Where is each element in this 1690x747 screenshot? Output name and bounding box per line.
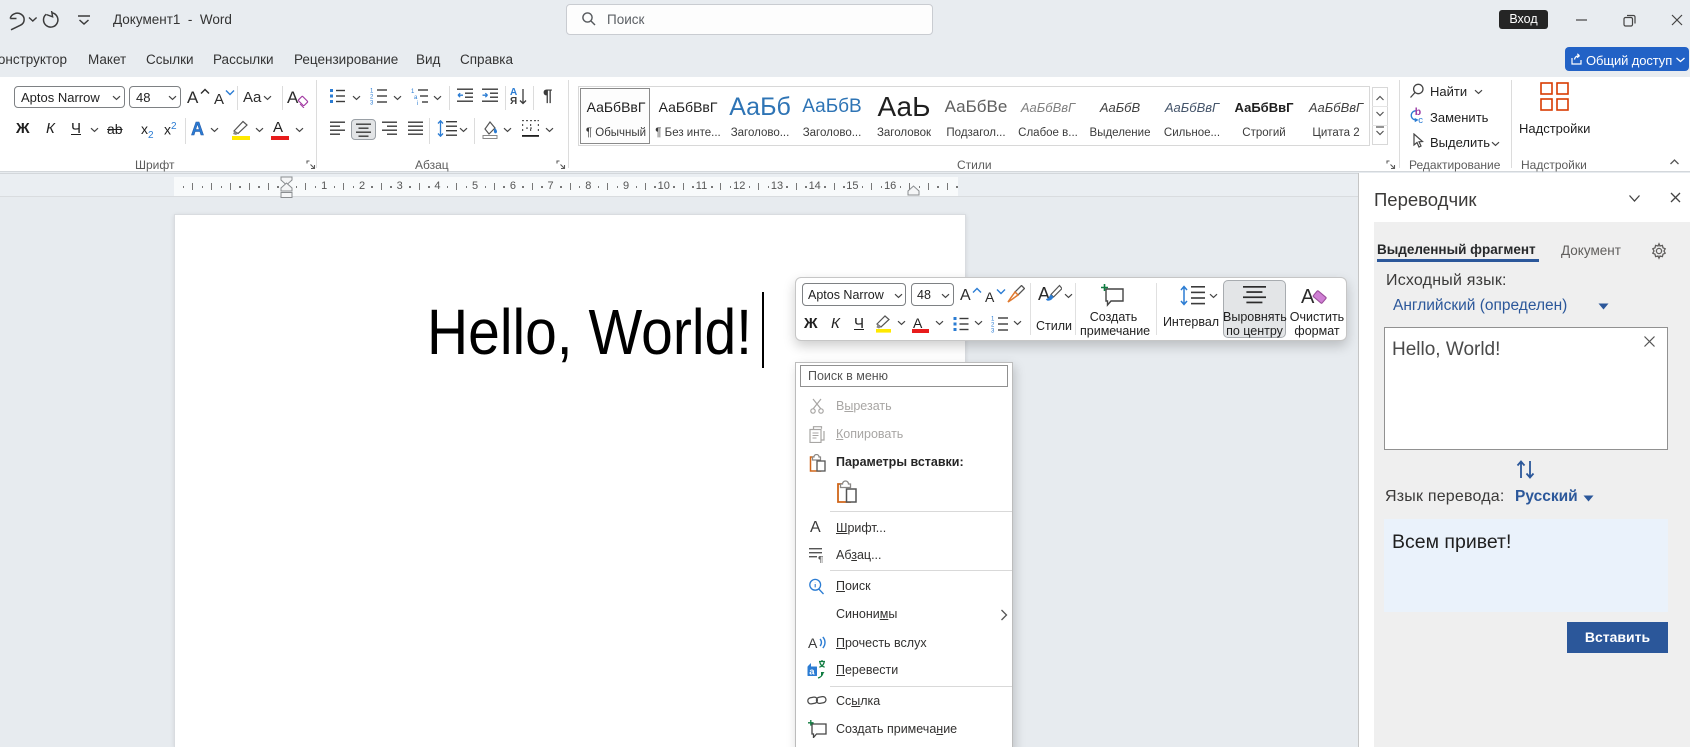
svg-text:A: A [1038, 284, 1050, 304]
svg-text:3: 3 [370, 101, 374, 106]
svg-text:a: a [809, 667, 815, 678]
svg-text:A: A [1301, 286, 1315, 308]
svg-text:i: i [417, 101, 418, 105]
svg-text:¶: ¶ [818, 555, 823, 563]
svg-text:c: c [1418, 115, 1423, 124]
svg-text:3: 3 [991, 329, 995, 334]
svg-text:A: A [808, 635, 818, 651]
